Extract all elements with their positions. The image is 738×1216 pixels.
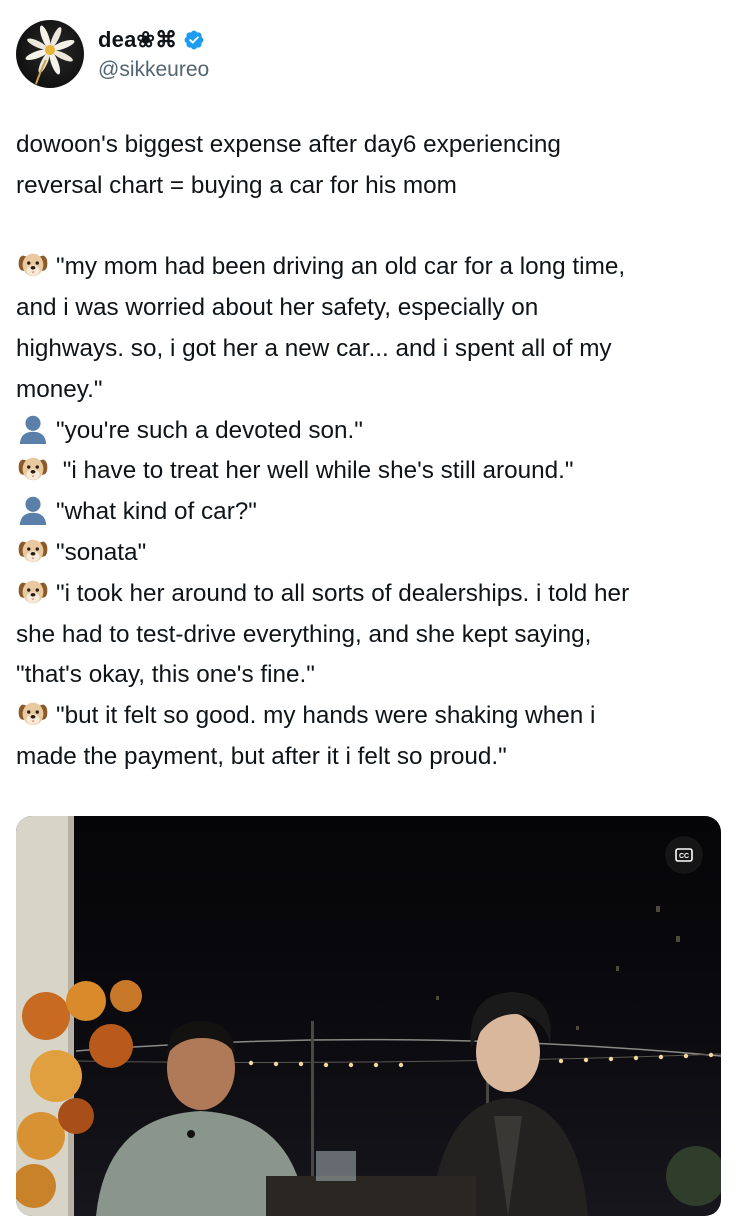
tweet-text-line: "that's okay, this one's fine." <box>16 655 728 696</box>
bust-silhouette-icon <box>16 492 50 526</box>
tweet-text-line: dowoon's biggest expense after day6 expe… <box>16 125 728 166</box>
svg-text:CC: CC <box>679 853 689 860</box>
tweet-text-line: "sonata" <box>16 533 728 574</box>
tweet-text-line: "but it felt so good. my hands were shak… <box>16 696 728 737</box>
tweet-line-text: "that's okay, this one's fine." <box>16 661 315 689</box>
tweet-line-text: "my mom had been driving an old car for … <box>56 253 626 281</box>
tweet-text-line: and i was worried about her safety, espe… <box>16 288 728 329</box>
tweet-line-text: "sonata" <box>56 538 147 566</box>
tweet-header: dea❀⌘ @sikkeureo <box>16 18 716 90</box>
author-handle[interactable]: @sikkeureo <box>98 58 209 82</box>
tweet-line-text: "but it felt so good. my hands were shak… <box>56 702 596 730</box>
tweet-line-text: highways. so, i got her a new car... and… <box>16 334 612 362</box>
dog-face-icon <box>16 451 50 485</box>
tweet-text-line: highways. so, i got her a new car... and… <box>16 329 728 370</box>
tweet-text-line: "my mom had been driving an old car for … <box>16 247 728 288</box>
closed-captions-icon: CC <box>675 848 693 862</box>
tweet-text-line: made the payment, but after it i felt so… <box>16 737 728 778</box>
tweet-text-line: "what kind of car?" <box>16 492 728 533</box>
video-frame-image <box>16 816 721 1216</box>
tweet-text-line: money." <box>16 370 728 411</box>
dog-face-icon <box>16 696 50 730</box>
author-avatar[interactable] <box>16 20 84 88</box>
tweet-line-text: dowoon's biggest expense after day6 expe… <box>16 131 561 158</box>
verified-badge-icon <box>183 29 205 51</box>
tweet-text: dowoon's biggest expense after day6 expe… <box>16 125 728 778</box>
author-display-name[interactable]: dea❀⌘ <box>98 27 177 53</box>
tweet-line-text: "you're such a devoted son." <box>56 416 363 444</box>
tweet-text-line: she had to test-drive everything, and sh… <box>16 615 728 656</box>
dog-face-icon <box>16 574 50 608</box>
tweet-line-text: reversal chart = buying a car for his mo… <box>16 171 457 199</box>
tweet-line-text: "what kind of car?" <box>56 498 257 526</box>
tweet-text-line: "i have to treat her well while she's st… <box>16 451 728 492</box>
dog-face-icon <box>16 247 50 281</box>
tweet-line-text: money." <box>16 375 103 403</box>
tweet-text-line: "i took her around to all sorts of deale… <box>16 574 728 615</box>
tweet-line-text: and i was worried about her safety, espe… <box>16 294 539 322</box>
closed-captions-button[interactable]: CC <box>665 836 703 874</box>
tweet-line-text: "i took her around to all sorts of deale… <box>56 579 630 607</box>
tweet-line-text: made the payment, but after it i felt so… <box>16 742 507 770</box>
tweet-line-text: she had to test-drive everything, and sh… <box>16 620 592 648</box>
bust-silhouette-icon <box>16 411 50 445</box>
dog-face-icon <box>16 533 50 567</box>
tweet-text-line: "you're such a devoted son." <box>16 411 728 452</box>
tweet-text-line: reversal chart = buying a car for his mo… <box>16 166 728 207</box>
daisy-flower-avatar-icon <box>25 25 75 85</box>
tweet-text-line <box>16 207 728 248</box>
tweet-line-text: "i have to treat her well while she's st… <box>56 457 574 485</box>
tweet-media-video[interactable]: CC <box>16 816 721 1216</box>
